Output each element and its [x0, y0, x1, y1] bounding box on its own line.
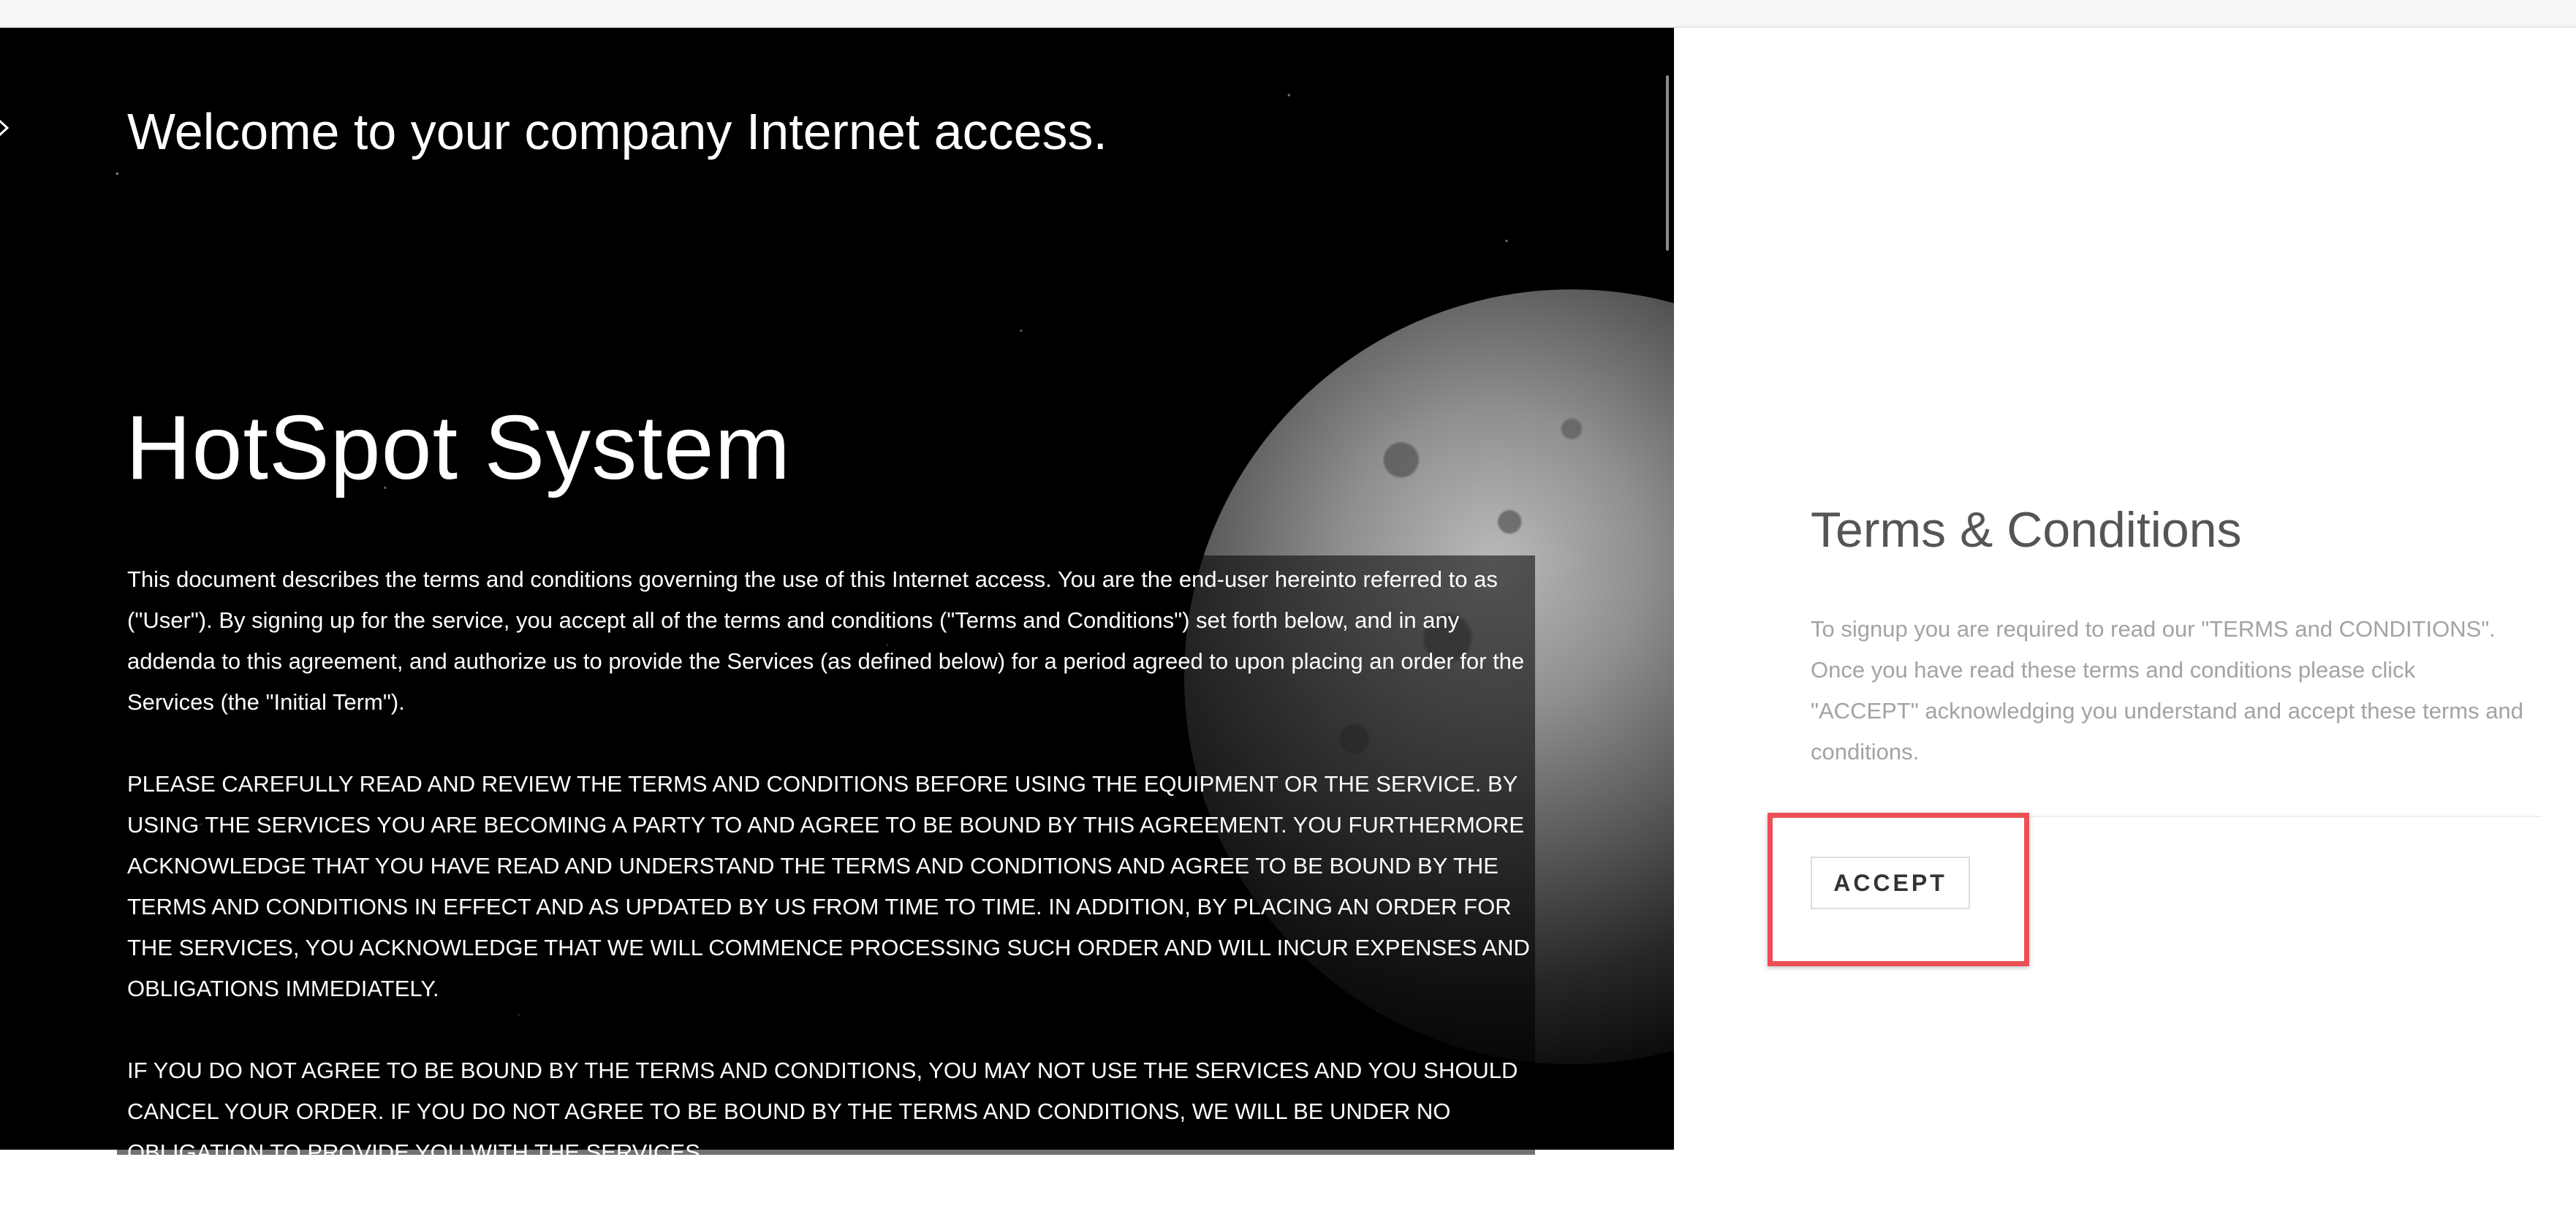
welcome-heading: Welcome to your company Internet access.: [127, 103, 1107, 160]
terms-instructions: To signup you are required to read our "…: [1811, 616, 2523, 765]
terms-body: This document describes the terms and co…: [127, 559, 1538, 1214]
accept-button[interactable]: ACCEPT: [1811, 857, 1970, 909]
terms-paragraph: This document describes the terms and co…: [127, 566, 1525, 715]
page-title: HotSpot System: [126, 398, 791, 498]
terms-title: Terms & Conditions: [1811, 502, 2242, 558]
back-arrow-icon[interactable]: [0, 117, 13, 143]
browser-top-bar: [0, 0, 2576, 28]
terms-paragraph: PLEASE CAREFULLY READ AND REVIEW THE TER…: [127, 771, 1530, 1001]
terms-sidebar: [1674, 28, 2576, 1150]
terms-paragraph: IF YOU DO NOT AGREE TO BE BOUND BY THE T…: [127, 1058, 1518, 1165]
scrollbar-thumb[interactable]: [1666, 75, 1669, 251]
